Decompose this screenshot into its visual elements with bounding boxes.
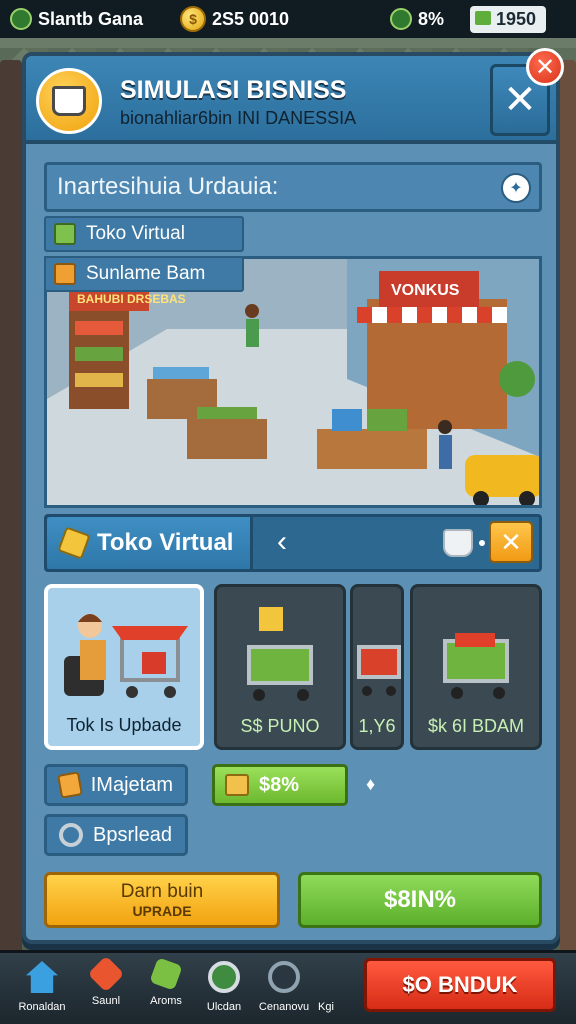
upgrade-button[interactable]: Darn buin UPRADE: [44, 872, 280, 928]
store-name-tab[interactable]: Toko Virtual: [47, 517, 253, 569]
ticket-icon: [54, 223, 76, 245]
card-label: S$ PUNO: [240, 716, 320, 736]
status-bar: Slantb Gana $ 2S5 0010 8% 1950: [0, 0, 576, 38]
upgrade-card[interactable]: 1,Y6: [350, 584, 404, 750]
store-scene[interactable]: BAHUBI DRSEBAS VONKUS: [44, 256, 542, 508]
percent-pill[interactable]: $8%: [212, 764, 348, 806]
gauge-icon: [268, 961, 300, 993]
scene-sign-left: BAHUBI DRSEBAS: [77, 292, 186, 306]
tag-sunlame-bam[interactable]: Sunlame Bam: [44, 256, 244, 292]
info-icon[interactable]: ✦: [501, 173, 531, 203]
nav-label: Aroms: [150, 995, 182, 1007]
store-bar: Toko Virtual ‹ ✕: [44, 514, 542, 572]
speed-label: Bpsrlead: [93, 823, 172, 846]
upgrade-line1: Darn buin: [120, 881, 204, 902]
upgrade-line2: UPRADE: [132, 903, 192, 919]
house-icon: [26, 961, 58, 993]
gem-counter[interactable]: 8%: [390, 8, 470, 30]
shopping-cart-logo-icon: [36, 68, 102, 134]
marketing-label: IMajetam: [90, 773, 173, 796]
nav-label: Ronaldan: [18, 1001, 66, 1013]
big-red-button[interactable]: $O BNDUK: [364, 958, 556, 1012]
nav-label: Cenanovu: [258, 1001, 310, 1013]
nav-label: Saunl: [91, 995, 121, 1007]
nav-item-cenanovu[interactable]: Cenanovu: [256, 961, 312, 1013]
nav-item-saunl[interactable]: Saunl: [78, 955, 134, 1007]
panel-subtitle: bionahliar6bin INI DANESSIA: [120, 108, 357, 128]
percent-value: $8%: [259, 773, 300, 796]
cart-cash-icon: [443, 633, 509, 699]
card-label: Tok Is Upbade: [66, 715, 182, 735]
blank-icon: [310, 961, 342, 993]
coin-icon: $: [180, 6, 206, 32]
nav-item-kgi[interactable]: Kgi: [306, 961, 346, 1013]
gem-icon: [390, 8, 412, 30]
nav-item-ulcdan[interactable]: Ulcdan: [196, 961, 252, 1013]
nav-item-ronaldan[interactable]: Ronaldan: [14, 961, 70, 1013]
close-badge-icon[interactable]: ✕: [526, 48, 564, 86]
box-icon: [225, 774, 249, 796]
store-close-button[interactable]: ✕: [489, 521, 533, 563]
panel-title: SIMULASI BISNISS: [120, 76, 347, 104]
shop-icon: [87, 955, 125, 993]
store-name: Toko Virtual: [97, 529, 234, 556]
store-scene-illustration: BAHUBI DRSEBAS VONKUS: [47, 259, 539, 505]
tag-label: Sunlame Bam: [86, 263, 206, 284]
green-action-button[interactable]: $8IN%: [298, 872, 542, 928]
chart-icon: [57, 771, 83, 799]
player-avatar-icon: [10, 8, 32, 30]
hammer-icon: [57, 526, 91, 560]
card-label: 1,Y6: [358, 716, 396, 736]
cash-amount: 1950: [470, 5, 547, 33]
upgrade-card-selected[interactable]: Tok Is Upbade: [44, 584, 204, 750]
upgrade-card[interactable]: $k 6I BDAM: [410, 584, 542, 750]
player-name: Slantb Gana: [38, 8, 144, 29]
scene-sign-right: VONKUS: [391, 282, 460, 299]
dot-icon: [479, 540, 485, 546]
back-chevron-icon[interactable]: ‹: [277, 525, 287, 559]
cash-counter[interactable]: 1950: [470, 5, 547, 33]
coin-amount: 2S5 0010: [212, 8, 290, 29]
shopper-cart-icon: [64, 614, 188, 698]
nav-item-aroms[interactable]: Aroms: [138, 957, 194, 1007]
section-title-bar: Inartesihuia Urdauia: ✦: [44, 162, 542, 212]
cart-green-icon: [247, 607, 313, 701]
crate-icon: [54, 263, 76, 285]
gem-percent: 8%: [418, 8, 445, 29]
cup-icon[interactable]: [443, 529, 473, 557]
coin-counter[interactable]: $ 2S5 0010: [180, 6, 390, 32]
upgrade-card[interactable]: S$ PUNO: [214, 584, 346, 750]
speed-stat[interactable]: Bpsrlead: [44, 814, 188, 856]
card-label: $k 6I BDAM: [427, 716, 525, 736]
hammer-icon: [149, 957, 183, 991]
cart-red-icon: [357, 645, 401, 696]
nav-label: Kgi: [318, 1001, 334, 1013]
tag-toko-virtual[interactable]: Toko Virtual: [44, 216, 244, 252]
panel-header: SIMULASI BISNISS bionahliar6bin INI DANE…: [26, 56, 556, 144]
wrench-icon: [59, 823, 83, 847]
player-info: Slantb Gana: [10, 8, 180, 30]
section-title: Inartesihuia Urdauia:: [57, 173, 279, 200]
business-sim-panel: SIMULASI BISNISS bionahliar6bin INI DANE…: [22, 48, 564, 944]
marketing-stat[interactable]: IMajetam: [44, 764, 188, 806]
target-icon: [208, 961, 240, 993]
tag-label: Toko Virtual: [86, 223, 185, 244]
nav-label: Ulcdan: [206, 1001, 242, 1013]
pin-icon: ♦: [366, 774, 376, 794]
